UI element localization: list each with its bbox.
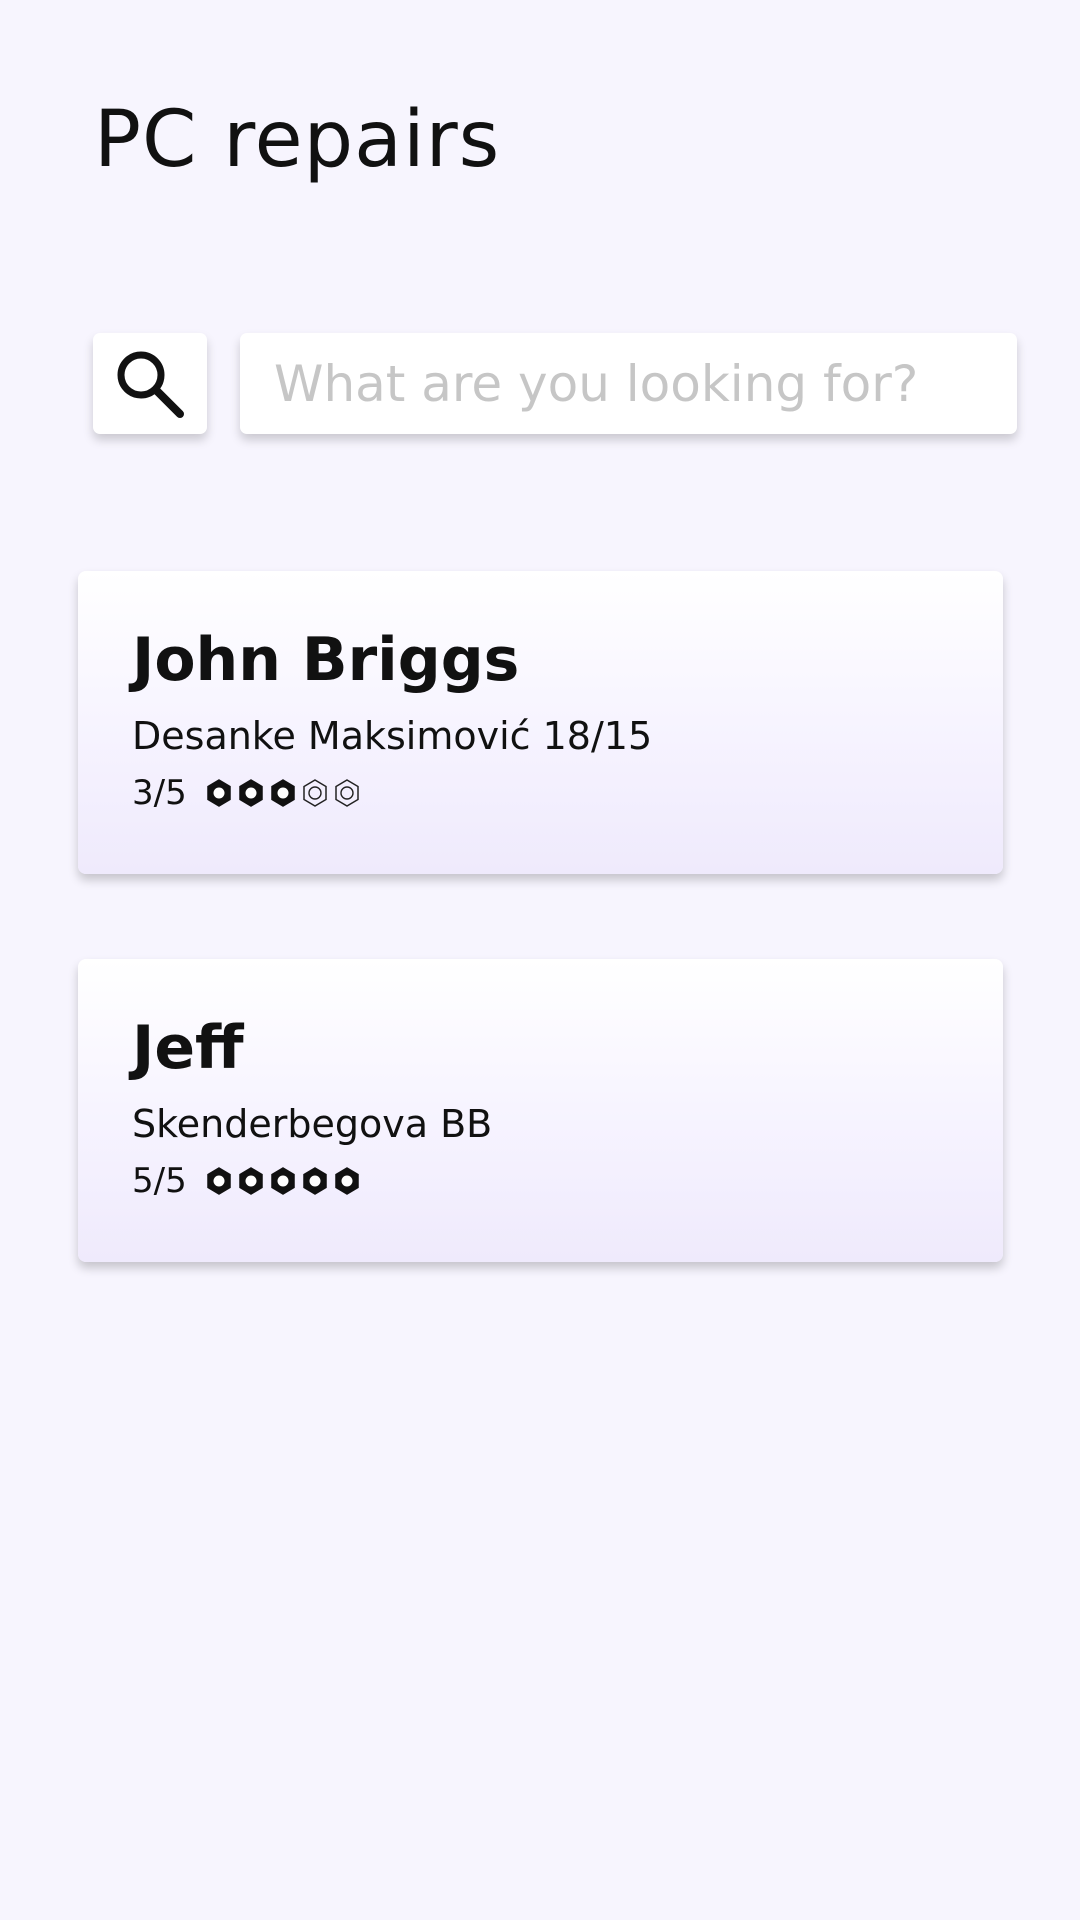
page-title: PC repairs	[94, 95, 501, 185]
filled-nut-icon	[271, 1167, 295, 1195]
shop-address: Desanke Maksimović 18/15	[132, 714, 653, 758]
filled-nut-icon	[239, 1167, 263, 1195]
search-input[interactable]	[240, 333, 1017, 434]
search-icon	[117, 351, 184, 418]
repair-shop-card-john-briggs[interactable]: John Briggs Desanke Maksimović 18/15 3/5	[78, 571, 1003, 874]
repair-shop-card-jeff[interactable]: Jeff Skenderbegova BB 5/5	[78, 959, 1003, 1262]
filled-nut-icon	[335, 1167, 359, 1195]
empty-nut-icon	[335, 779, 359, 807]
rating-icons	[204, 778, 362, 808]
search-field[interactable]	[240, 333, 1017, 434]
rating-row: 3/5	[132, 771, 949, 815]
filled-nut-icon	[303, 1167, 327, 1195]
filled-nut-icon	[207, 779, 231, 807]
repair-shop-search-screen: PC repairs John Briggs Desanke Maksimovi…	[0, 0, 1080, 1920]
shop-address: Skenderbegova BB	[132, 1102, 493, 1146]
rating-row: 5/5	[132, 1159, 949, 1203]
rating-icons	[204, 1166, 362, 1196]
empty-nut-icon	[303, 779, 327, 807]
filled-nut-icon	[239, 779, 263, 807]
shop-name: John Briggs	[132, 625, 520, 695]
shop-name: Jeff	[132, 1013, 244, 1083]
rating-label: 5/5	[132, 1161, 187, 1201]
search-button[interactable]	[93, 333, 207, 434]
filled-nut-icon	[207, 1167, 231, 1195]
rating-label: 3/5	[132, 773, 187, 813]
filled-nut-icon	[271, 779, 295, 807]
